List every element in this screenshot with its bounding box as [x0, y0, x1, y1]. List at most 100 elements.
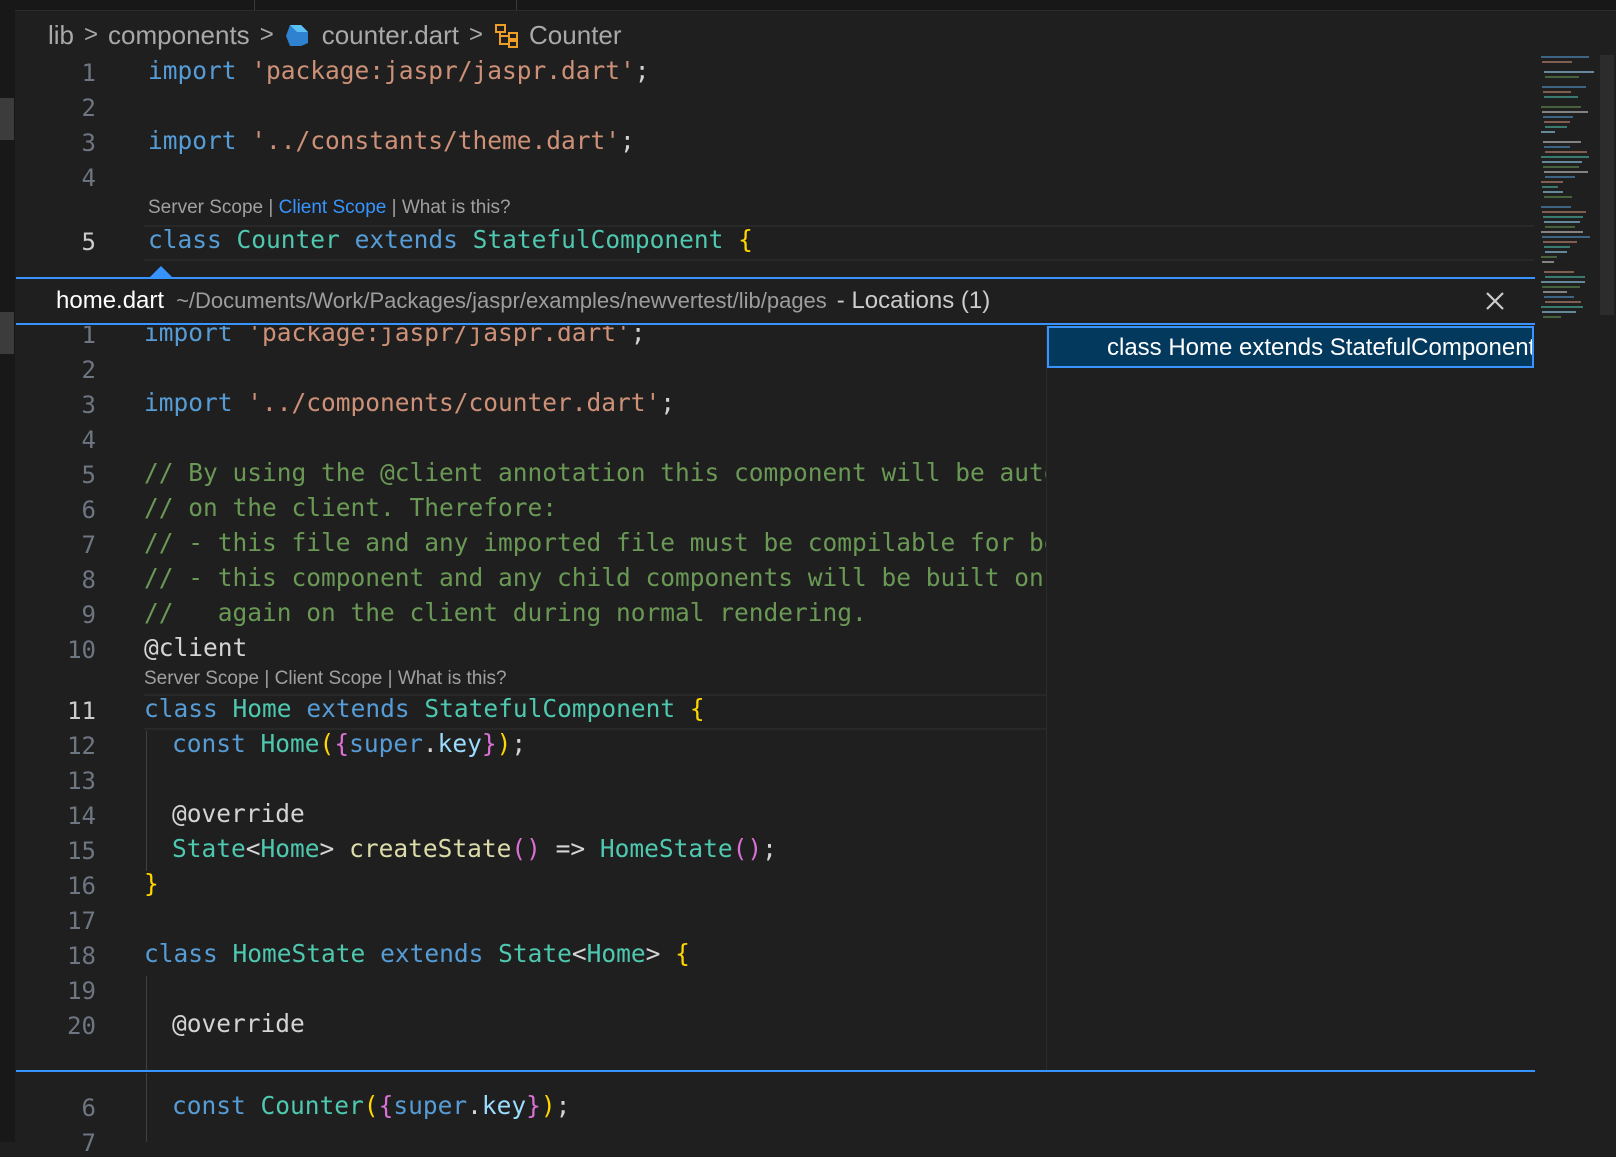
breadcrumb-item-symbol[interactable]: Counter: [529, 20, 622, 51]
brace: }: [526, 1091, 541, 1120]
line-number: 2: [81, 94, 96, 122]
code-line[interactable]: class Home extends StatefulComponent {: [144, 694, 705, 723]
comment-line[interactable]: // on the client. Therefore:: [144, 493, 557, 522]
line-number: 8: [81, 566, 96, 594]
type-name: Home: [232, 694, 292, 723]
peek-locations-count: - Locations (1): [836, 287, 991, 314]
minimap-line: [1542, 86, 1586, 88]
punctuation: >: [319, 834, 335, 863]
codelens-what-is-this[interactable]: What is this?: [398, 668, 507, 689]
gutter-marker: [0, 312, 14, 354]
code-line[interactable]: import '../constants/theme.dart';: [148, 126, 635, 155]
type-name: HomeState: [232, 939, 366, 968]
minimap-line: [1541, 156, 1589, 158]
property: key: [437, 729, 482, 758]
code-line[interactable]: class Counter extends StatefulComponent …: [148, 225, 753, 254]
minimap-line: [1543, 141, 1581, 143]
paren: (): [511, 834, 541, 863]
keyword: import: [148, 56, 237, 85]
peek-file-path: ~/Documents/Work/Packages/jaspr/examples…: [176, 288, 827, 313]
comment-line[interactable]: // - this component and any child compon…: [144, 563, 1046, 592]
breadcrumb-separator: >: [469, 21, 484, 48]
peek-editor[interactable]: 1 import 'package:jaspr/jaspr.dart'; 2 3…: [16, 326, 1046, 1070]
peek-file-name[interactable]: home.dart: [56, 287, 164, 315]
paren: (: [319, 729, 335, 758]
minimap-line: [1542, 161, 1582, 163]
property: key: [481, 1091, 527, 1120]
type-name: Counter: [236, 225, 340, 254]
type-name: Counter: [260, 1091, 364, 1120]
annotation[interactable]: @override: [172, 799, 305, 828]
keyword: import: [148, 126, 237, 155]
line-number: 18: [67, 942, 96, 970]
keyword: extends: [354, 225, 458, 254]
code-line[interactable]: State<Home> createState() => HomeState()…: [172, 834, 777, 863]
line-number: 20: [67, 1012, 96, 1040]
annotation[interactable]: @client: [144, 633, 247, 662]
minimap-line: [1545, 301, 1581, 303]
minimap-line: [1541, 181, 1563, 183]
annotation[interactable]: @override: [172, 1009, 305, 1038]
codelens-separator: |: [259, 668, 275, 689]
line-number: 5: [81, 461, 96, 489]
punctuation: ;: [630, 326, 646, 347]
line-number: 9: [81, 601, 96, 629]
breadcrumb-item-components[interactable]: components: [108, 20, 250, 51]
comment-line[interactable]: // By using the @client annotation this …: [144, 458, 1046, 487]
comment-line[interactable]: // again on the client during normal ren…: [144, 598, 867, 627]
keyword: super: [349, 729, 423, 758]
scrollbar-thumb[interactable]: [1600, 55, 1614, 315]
comment-line[interactable]: // - this file and any imported file mus…: [144, 528, 1046, 557]
code-line[interactable]: import '../components/counter.dart';: [144, 388, 675, 417]
breadcrumb-item-lib[interactable]: lib: [48, 20, 74, 51]
minimap-line: [1541, 306, 1583, 308]
code-line[interactable]: class HomeState extends State<Home> {: [144, 939, 690, 968]
minimap-line: [1543, 191, 1563, 193]
type-name: State: [172, 834, 246, 863]
line-number: 6: [81, 496, 96, 524]
minimap-line: [1541, 281, 1585, 283]
line-number: 1: [81, 59, 96, 87]
code-line[interactable]: import 'package:jaspr/jaspr.dart';: [144, 326, 646, 347]
codelens: Server Scope | Client Scope | What is th…: [148, 197, 511, 219]
keyword: const: [172, 729, 246, 758]
minimap-line: [1544, 96, 1578, 98]
line-number: 16: [67, 872, 96, 900]
minimap-line: [1545, 276, 1585, 278]
brace: {: [689, 694, 705, 723]
paren: (): [732, 834, 763, 863]
line-number: 3: [81, 391, 96, 419]
paren: (: [363, 1091, 379, 1120]
minimap-line: [1545, 126, 1567, 128]
brace[interactable]: }: [144, 869, 159, 898]
minimap-line: [1544, 146, 1570, 148]
indent-guide: [146, 731, 147, 871]
editor-tab-strip: [0, 0, 1616, 11]
reference-item[interactable]: class Home extends StatefulComponent {: [1047, 326, 1534, 368]
punctuation: <: [245, 834, 261, 863]
punctuation: ;: [511, 729, 527, 758]
codelens-client-scope[interactable]: Client Scope: [279, 197, 387, 218]
minimap-line: [1541, 106, 1581, 108]
codelens-server-scope[interactable]: Server Scope: [148, 197, 263, 218]
minimap-line: [1542, 211, 1586, 213]
minimap-line: [1543, 91, 1571, 93]
minimap-line: [1542, 311, 1576, 313]
reference-item-label: class Home extends StatefulComponent {: [1107, 334, 1534, 361]
codelens-what-is-this[interactable]: What is this?: [402, 197, 511, 218]
breadcrumb-item-file[interactable]: counter.dart: [322, 20, 459, 51]
function-name: createState: [349, 834, 512, 863]
minimap-line: [1542, 61, 1572, 63]
code-line[interactable]: import 'package:jaspr/jaspr.dart';: [148, 56, 650, 85]
close-icon[interactable]: [1481, 287, 1509, 315]
minimap-line: [1542, 236, 1590, 238]
breadcrumb: lib > components > counter.dart > Counte…: [48, 18, 622, 52]
codelens-server-scope[interactable]: Server Scope: [144, 668, 259, 689]
codelens-client-scope[interactable]: Client Scope: [275, 668, 383, 689]
punctuation: ;: [660, 388, 676, 417]
code-line[interactable]: const Counter({super.key});: [172, 1091, 570, 1120]
minimap-line: [1545, 76, 1579, 78]
codelens-separator: |: [263, 197, 279, 218]
minimap-line: [1544, 271, 1574, 273]
code-line[interactable]: const Home({super.key});: [172, 729, 526, 758]
